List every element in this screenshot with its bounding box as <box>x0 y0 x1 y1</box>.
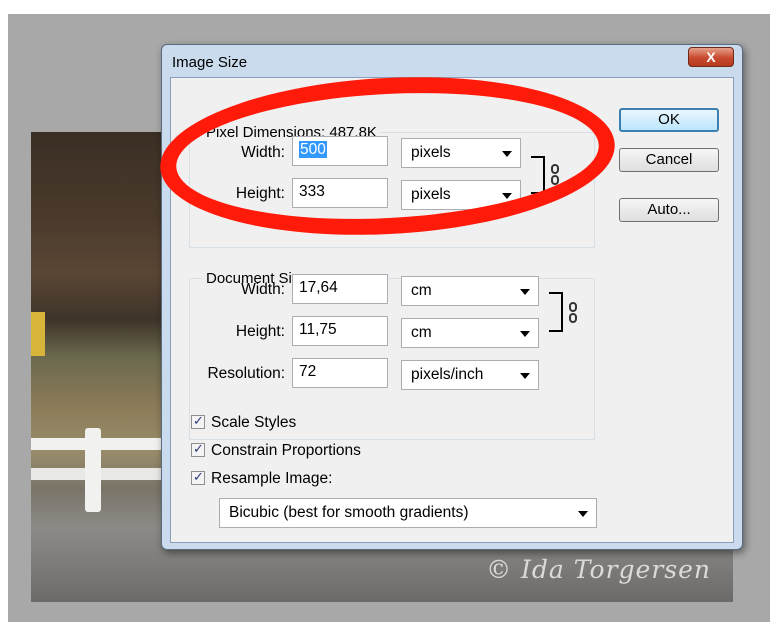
resample-image-option[interactable]: Resample Image: <box>191 469 333 488</box>
dropdown-arrow-icon <box>502 151 512 157</box>
doc-width-unit-value: cm <box>411 282 432 299</box>
pixel-width-unit-select[interactable]: pixels <box>401 138 521 168</box>
photo-fence-rail <box>31 468 171 480</box>
constrain-proportions-option[interactable]: Constrain Proportions <box>191 441 361 460</box>
auto-button[interactable]: Auto... <box>619 198 719 222</box>
pixel-link-bracket <box>531 156 545 194</box>
pixel-height-input[interactable]: 333 <box>292 178 388 208</box>
dialog-titlebar[interactable]: Image Size X <box>162 45 742 77</box>
resample-method-select[interactable]: Bicubic (best for smooth gradients) <box>219 498 597 528</box>
doc-height-unit-value: cm <box>411 324 432 341</box>
close-icon: X <box>706 49 716 65</box>
link-chain-icon <box>569 302 579 324</box>
link-chain-icon <box>551 164 561 186</box>
doc-height-label: Height: <box>235 323 285 340</box>
resolution-value: 72 <box>299 363 317 380</box>
resolution-unit-value: pixels/inch <box>411 366 484 383</box>
dropdown-arrow-icon <box>520 331 530 337</box>
pixel-width-input[interactable]: 500 <box>292 136 388 166</box>
pixel-width-value: 500 <box>299 141 327 158</box>
doc-width-label: Width: <box>241 281 285 298</box>
pixel-height-unit-select[interactable]: pixels <box>401 180 521 210</box>
scale-styles-option[interactable]: Scale Styles <box>191 413 297 432</box>
pixel-width-unit-value: pixels <box>411 144 451 161</box>
scale-styles-checkbox[interactable] <box>191 413 205 429</box>
pixel-width-label: Width: <box>241 144 285 161</box>
pixel-height-label: Height: <box>235 185 285 202</box>
doc-width-value: 17,64 <box>299 279 338 296</box>
pixel-height-unit-value: pixels <box>411 186 451 203</box>
resolution-unit-select[interactable]: pixels/inch <box>401 360 539 390</box>
scale-styles-label: Scale Styles <box>211 414 297 431</box>
doc-link-bracket <box>549 292 563 332</box>
dropdown-arrow-icon <box>520 373 530 379</box>
doc-height-value: 11,75 <box>299 321 337 338</box>
cancel-button[interactable]: Cancel <box>619 148 719 172</box>
photo-watermark: © Ida Torgersen <box>486 555 711 584</box>
dialog-client-area: Pixel Dimensions: 487,8K Width: 500 pixe… <box>170 77 734 543</box>
image-size-dialog: Image Size X Pixel Dimensions: 487,8K Wi… <box>161 44 743 550</box>
doc-width-input[interactable]: 17,64 <box>292 274 388 304</box>
ok-button[interactable]: OK <box>619 108 719 132</box>
constrain-proportions-checkbox[interactable] <box>191 441 205 457</box>
resample-image-checkbox[interactable] <box>191 469 205 485</box>
resample-method-value: Bicubic (best for smooth gradients) <box>229 504 469 521</box>
close-button[interactable]: X <box>688 47 734 67</box>
doc-height-input[interactable]: 11,75 <box>292 316 388 346</box>
doc-width-unit-select[interactable]: cm <box>401 276 539 306</box>
resample-image-label: Resample Image: <box>211 470 333 487</box>
dropdown-arrow-icon <box>520 289 530 295</box>
photo-fence-rail <box>31 438 171 450</box>
resolution-label: Resolution: <box>207 365 285 382</box>
dropdown-arrow-icon <box>578 511 588 517</box>
pixel-height-value: 333 <box>299 183 325 200</box>
photo-yellow-building <box>31 312 45 356</box>
photo-fence-post <box>85 428 101 512</box>
dropdown-arrow-icon <box>502 193 512 199</box>
doc-height-unit-select[interactable]: cm <box>401 318 539 348</box>
dialog-title: Image Size <box>172 54 248 71</box>
resolution-input[interactable]: 72 <box>292 358 388 388</box>
constrain-proportions-label: Constrain Proportions <box>211 442 361 459</box>
